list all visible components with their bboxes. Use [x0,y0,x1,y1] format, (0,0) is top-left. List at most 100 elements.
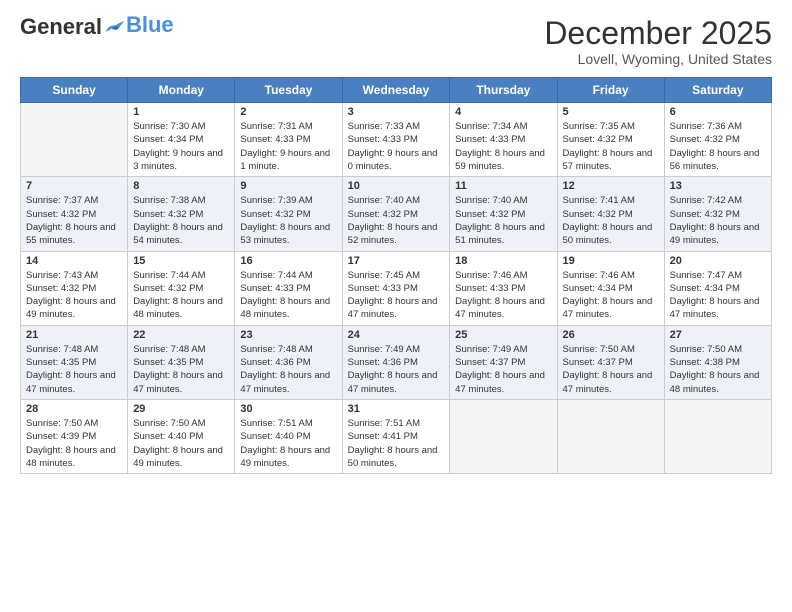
table-row: 30Sunrise: 7:51 AMSunset: 4:40 PMDayligh… [235,399,342,473]
title-block: December 2025 Lovell, Wyoming, United St… [544,16,772,67]
day-info: Sunrise: 7:50 AMSunset: 4:39 PMDaylight:… [26,417,122,470]
day-number: 4 [455,106,551,118]
table-row: 4 Sunrise: 7:34 AMSunset: 4:33 PMDaylight… [450,103,557,177]
day-number: 18 [455,255,551,267]
table-row [664,399,771,473]
table-row [21,103,128,177]
day-number: 1 [133,106,229,118]
col-sunday: Sunday [21,78,128,103]
day-number: 28 [26,403,122,415]
day-number: 24 [348,329,445,341]
calendar-container: General Blue December 2025 Lovell, Wyomi… [0,0,792,484]
day-number: 26 [563,329,659,341]
day-info: Sunrise: 7:37 AMSunset: 4:32 PMDaylight:… [26,194,122,247]
calendar-week-row: 1 Sunrise: 7:30 AMSunset: 4:34 PMDaylight… [21,103,772,177]
logo-bird-icon [104,18,126,36]
day-number: 19 [563,255,659,267]
day-number: 9 [240,180,336,192]
day-number: 31 [348,403,445,415]
table-row: 16 Sunrise: 7:44 AMSunset: 4:33 PMDayligh… [235,251,342,325]
day-number: 12 [563,180,659,192]
col-friday: Friday [557,78,664,103]
day-number: 15 [133,255,229,267]
table-row: 26 Sunrise: 7:50 AMSunset: 4:37 PMDayligh… [557,325,664,399]
col-monday: Monday [128,78,235,103]
table-row: 22 Sunrise: 7:48 AMSunset: 4:35 PMDayligh… [128,325,235,399]
day-info: Sunrise: 7:36 AMSunset: 4:32 PMDaylight:… [670,120,766,173]
day-info: Sunrise: 7:38 AMSunset: 4:32 PMDaylight:… [133,194,229,247]
logo-general: General [20,16,102,38]
day-number: 22 [133,329,229,341]
day-info: Sunrise: 7:30 AMSunset: 4:34 PMDaylight:… [133,120,229,173]
day-info: Sunrise: 7:43 AMSunset: 4:32 PMDaylight:… [26,269,122,322]
month-title: December 2025 [544,16,772,51]
table-row [557,399,664,473]
table-row: 5 Sunrise: 7:35 AMSunset: 4:32 PMDaylight… [557,103,664,177]
day-info: Sunrise: 7:46 AMSunset: 4:34 PMDaylight:… [563,269,659,322]
table-row: 15Sunrise: 7:44 AMSunset: 4:32 PMDayligh… [128,251,235,325]
day-number: 25 [455,329,551,341]
day-number: 5 [563,106,659,118]
table-row: 8Sunrise: 7:38 AMSunset: 4:32 PMDaylight… [128,177,235,251]
calendar-week-row: 14 Sunrise: 7:43 AMSunset: 4:32 PMDayligh… [21,251,772,325]
day-info: Sunrise: 7:48 AMSunset: 4:35 PMDaylight:… [133,343,229,396]
day-info: Sunrise: 7:33 AMSunset: 4:33 PMDaylight:… [348,120,445,173]
table-row: 18Sunrise: 7:46 AMSunset: 4:33 PMDayligh… [450,251,557,325]
day-info: Sunrise: 7:40 AMSunset: 4:32 PMDaylight:… [455,194,551,247]
calendar-week-row: 28 Sunrise: 7:50 AMSunset: 4:39 PMDayligh… [21,399,772,473]
table-row: 29 Sunrise: 7:50 AMSunset: 4:40 PMDayligh… [128,399,235,473]
table-row: 14 Sunrise: 7:43 AMSunset: 4:32 PMDayligh… [21,251,128,325]
day-number: 29 [133,403,229,415]
table-row: 1 Sunrise: 7:30 AMSunset: 4:34 PMDaylight… [128,103,235,177]
weekday-header-row: Sunday Monday Tuesday Wednesday Thursday… [21,78,772,103]
day-info: Sunrise: 7:49 AMSunset: 4:36 PMDaylight:… [348,343,445,396]
day-info: Sunrise: 7:39 AMSunset: 4:32 PMDaylight:… [240,194,336,247]
table-row: 28 Sunrise: 7:50 AMSunset: 4:39 PMDayligh… [21,399,128,473]
day-info: Sunrise: 7:50 AMSunset: 4:40 PMDaylight:… [133,417,229,470]
day-info: Sunrise: 7:48 AMSunset: 4:36 PMDaylight:… [240,343,336,396]
day-number: 10 [348,180,445,192]
table-row [450,399,557,473]
day-number: 13 [670,180,766,192]
day-info: Sunrise: 7:35 AMSunset: 4:32 PMDaylight:… [563,120,659,173]
day-info: Sunrise: 7:31 AMSunset: 4:33 PMDaylight:… [240,120,336,173]
day-info: Sunrise: 7:49 AMSunset: 4:37 PMDaylight:… [455,343,551,396]
day-info: Sunrise: 7:42 AMSunset: 4:32 PMDaylight:… [670,194,766,247]
day-info: Sunrise: 7:51 AMSunset: 4:41 PMDaylight:… [348,417,445,470]
day-number: 14 [26,255,122,267]
table-row: 6 Sunrise: 7:36 AMSunset: 4:32 PMDaylight… [664,103,771,177]
table-row: 24 Sunrise: 7:49 AMSunset: 4:36 PMDayligh… [342,325,450,399]
col-thursday: Thursday [450,78,557,103]
day-number: 16 [240,255,336,267]
day-info: Sunrise: 7:47 AMSunset: 4:34 PMDaylight:… [670,269,766,322]
day-number: 27 [670,329,766,341]
day-number: 7 [26,180,122,192]
table-row: 17Sunrise: 7:45 AMSunset: 4:33 PMDayligh… [342,251,450,325]
location-title: Lovell, Wyoming, United States [544,51,772,67]
table-row: 19 Sunrise: 7:46 AMSunset: 4:34 PMDayligh… [557,251,664,325]
day-info: Sunrise: 7:51 AMSunset: 4:40 PMDaylight:… [240,417,336,470]
logo-blue: Blue [126,14,174,36]
day-number: 23 [240,329,336,341]
table-row: 9 Sunrise: 7:39 AMSunset: 4:32 PMDaylight… [235,177,342,251]
logo: General Blue [20,16,174,38]
col-tuesday: Tuesday [235,78,342,103]
table-row: 13 Sunrise: 7:42 AMSunset: 4:32 PMDayligh… [664,177,771,251]
table-row: 12 Sunrise: 7:41 AMSunset: 4:32 PMDayligh… [557,177,664,251]
day-info: Sunrise: 7:41 AMSunset: 4:32 PMDaylight:… [563,194,659,247]
day-info: Sunrise: 7:34 AMSunset: 4:33 PMDaylight:… [455,120,551,173]
day-number: 6 [670,106,766,118]
day-info: Sunrise: 7:50 AMSunset: 4:37 PMDaylight:… [563,343,659,396]
table-row: 10 Sunrise: 7:40 AMSunset: 4:32 PMDayligh… [342,177,450,251]
day-number: 21 [26,329,122,341]
table-row: 23 Sunrise: 7:48 AMSunset: 4:36 PMDayligh… [235,325,342,399]
col-saturday: Saturday [664,78,771,103]
day-info: Sunrise: 7:40 AMSunset: 4:32 PMDaylight:… [348,194,445,247]
day-number: 11 [455,180,551,192]
table-row: 31 Sunrise: 7:51 AMSunset: 4:41 PMDayligh… [342,399,450,473]
day-info: Sunrise: 7:50 AMSunset: 4:38 PMDaylight:… [670,343,766,396]
table-row: 3Sunrise: 7:33 AMSunset: 4:33 PMDaylight… [342,103,450,177]
table-row: 11 Sunrise: 7:40 AMSunset: 4:32 PMDayligh… [450,177,557,251]
day-info: Sunrise: 7:44 AMSunset: 4:33 PMDaylight:… [240,269,336,322]
day-info: Sunrise: 7:48 AMSunset: 4:35 PMDaylight:… [26,343,122,396]
